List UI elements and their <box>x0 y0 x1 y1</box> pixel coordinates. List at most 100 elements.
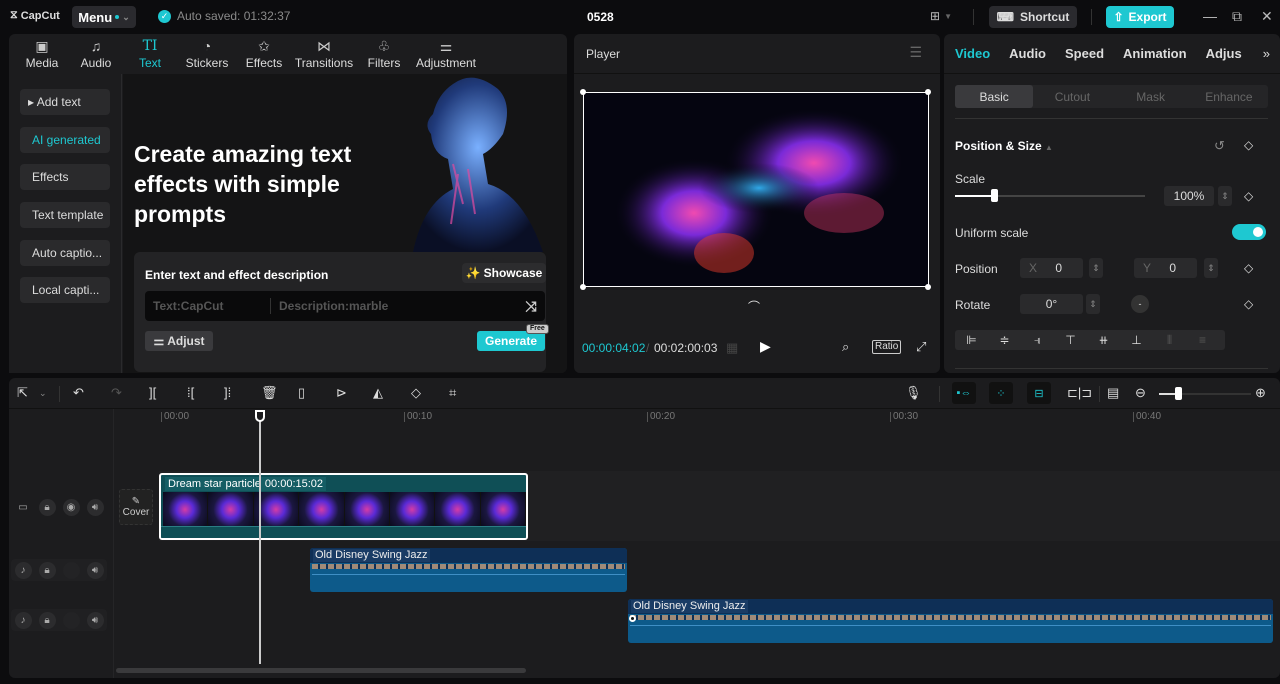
tab-audio[interactable]: ♫ Audio <box>69 34 123 74</box>
linkage-icon[interactable]: ⊟ <box>1027 382 1051 404</box>
adjust-button[interactable]: ⚌ Adjust <box>145 331 213 351</box>
eye-icon[interactable]: ◉ <box>62 498 80 516</box>
freeze-icon[interactable]: ▯ <box>298 385 305 401</box>
preview-axis-icon[interactable]: ⊏|⊐ <box>1067 385 1092 401</box>
caret-up-icon[interactable]: ▲ <box>1045 143 1053 152</box>
tab-effects[interactable]: ✩ Effects <box>237 34 291 74</box>
position-x-input[interactable]: X 0 <box>1020 258 1083 278</box>
description-input[interactable]: Description:marble <box>271 299 517 313</box>
position-y-input[interactable]: Y 0 <box>1134 258 1197 278</box>
distribute-v-icon[interactable]: ≡ <box>1186 333 1219 347</box>
tab-adjustment[interactable]: ⚌ Adjustment <box>411 34 481 74</box>
subtab-mask[interactable]: Mask <box>1112 85 1190 108</box>
lock-icon[interactable]: 🔒︎ <box>38 561 56 579</box>
split-left-icon[interactable]: ⁞[ <box>187 385 194 400</box>
showcase-button[interactable]: ✨ Showcase <box>462 263 546 283</box>
align-top-icon[interactable]: ⊤ <box>1054 333 1087 347</box>
sidebar-item-ai-generated[interactable]: AI generated <box>20 127 110 153</box>
rotate-stepper[interactable]: ⇕ <box>1086 294 1100 314</box>
keyframe-icon[interactable]: ◇ <box>1244 138 1253 152</box>
keyframe-icon[interactable]: ◇ <box>1244 261 1253 275</box>
microphone-icon[interactable]: 🎙 <box>905 385 922 401</box>
tab-animation[interactable]: Animation <box>1123 46 1187 61</box>
align-center-h-icon[interactable]: ≑ <box>988 333 1021 347</box>
uniform-scale-toggle[interactable] <box>1232 224 1266 240</box>
keyframe-icon[interactable]: ◇ <box>1244 189 1253 203</box>
subtab-enhance[interactable]: Enhance <box>1190 85 1268 108</box>
zoom-in-icon[interactable]: ⊕ <box>1255 385 1266 401</box>
delete-icon[interactable]: 🗑 <box>261 385 278 401</box>
tab-speed[interactable]: Speed <box>1065 46 1104 61</box>
align-right-icon[interactable]: ⫣ <box>1021 333 1054 348</box>
shuffle-icon[interactable]: ⤨ <box>517 298 545 315</box>
zoom-out-icon[interactable]: ⊖ <box>1135 385 1146 401</box>
layout-button[interactable]: ⊞ ▼ <box>930 9 952 23</box>
minimize-button[interactable]: — <box>1203 8 1217 24</box>
generate-button[interactable]: Generate <box>477 331 545 351</box>
split-right-icon[interactable]: ]⁞ <box>224 385 231 400</box>
speed-icon[interactable]: ⊳ <box>336 385 347 401</box>
sidebar-item-effects[interactable]: Effects <box>20 164 110 190</box>
horizontal-scrollbar[interactable] <box>116 668 526 673</box>
rotate-input[interactable]: 0° <box>1020 294 1083 314</box>
lock-icon[interactable]: 🔒︎ <box>38 611 56 629</box>
playhead[interactable] <box>259 416 261 664</box>
tab-audio[interactable]: Audio <box>1009 46 1046 61</box>
sidebar-item-auto-captions[interactable]: Auto captio... <box>20 240 110 266</box>
auto-snap-icon[interactable]: ⁘ <box>989 382 1013 404</box>
audio-clip[interactable]: Old Disney Swing Jazz <box>310 548 627 592</box>
fullscreen-icon[interactable]: ⤢ <box>916 339 926 355</box>
ratio-button[interactable]: Ratio <box>872 340 902 354</box>
align-left-icon[interactable]: ⊫ <box>955 333 988 347</box>
timeline-ruler[interactable]: 00:00 00:10 00:20 00:30 00:40 <box>114 409 1280 429</box>
export-button[interactable]: ⇧ Export <box>1106 6 1174 28</box>
shortcut-button[interactable]: ⌨ Shortcut <box>989 6 1077 28</box>
scale-slider-knob[interactable] <box>991 189 998 202</box>
chevron-down-icon[interactable]: ⌄ <box>39 388 47 399</box>
resize-handle[interactable] <box>580 284 586 290</box>
distribute-h-icon[interactable]: ⦀ <box>1153 333 1186 348</box>
menu-button[interactable]: Menu ⌄ <box>72 6 136 28</box>
mirror-icon[interactable]: ◭ <box>373 385 383 401</box>
zoom-fit-icon[interactable]: ⌕ <box>842 339 849 355</box>
align-center-v-icon[interactable]: ⧺ <box>1087 333 1120 347</box>
tab-transitions[interactable]: ⋈ Transitions <box>291 34 357 74</box>
collapse-icon[interactable]: ⌒ <box>748 298 760 315</box>
reset-icon[interactable]: ↺ <box>1214 138 1225 154</box>
redo-icon[interactable]: ↷ <box>111 385 122 401</box>
resize-handle[interactable] <box>925 89 931 95</box>
ruler-icon[interactable]: ▤ <box>1107 385 1119 401</box>
scale-stepper[interactable]: ⇕ <box>1218 186 1232 206</box>
play-button[interactable]: ▶ <box>760 338 771 355</box>
align-bottom-icon[interactable]: ⊥ <box>1120 333 1153 347</box>
text-input[interactable]: Text:CapCut <box>145 298 271 314</box>
more-tabs-icon[interactable]: » <box>1263 46 1270 61</box>
undo-icon[interactable]: ↶ <box>73 385 84 401</box>
sidebar-item-add-text[interactable]: ▸ Add text <box>20 89 110 115</box>
menu-icon[interactable]: ☰ <box>909 44 922 61</box>
resize-handle[interactable] <box>925 284 931 290</box>
volume-icon[interactable]: 🔊︎ <box>86 611 104 629</box>
volume-icon[interactable]: 🔊︎ <box>86 498 104 516</box>
position-x-stepper[interactable]: ⇕ <box>1089 258 1103 278</box>
select-tool-icon[interactable]: ⇱ <box>17 385 28 401</box>
maximize-button[interactable]: ⧉ <box>1232 8 1242 25</box>
tab-video[interactable]: Video <box>955 46 990 61</box>
cover-button[interactable]: ✎ Cover <box>119 489 153 525</box>
subtab-cutout[interactable]: Cutout <box>1033 85 1111 108</box>
tab-stickers[interactable]: ◔ Stickers <box>177 34 237 74</box>
lock-icon[interactable]: 🔒︎ <box>38 498 56 516</box>
playhead-handle[interactable] <box>255 410 265 422</box>
subtab-basic[interactable]: Basic <box>955 85 1034 108</box>
rotate-icon[interactable]: ◇ <box>411 385 421 401</box>
tab-text[interactable]: TI Text <box>123 34 177 74</box>
volume-icon[interactable]: 🔊︎ <box>86 561 104 579</box>
timeline-zoom-knob[interactable] <box>1175 387 1182 400</box>
video-preview[interactable] <box>583 92 929 287</box>
audio-clip[interactable]: Old Disney Swing Jazz <box>628 599 1273 643</box>
rotate-dial[interactable]: - <box>1131 295 1149 313</box>
tab-filters[interactable]: ♧ Filters <box>357 34 411 74</box>
split-icon[interactable]: ][ <box>149 385 156 400</box>
main-track-magnet-icon[interactable]: ▪⇔ <box>952 382 976 404</box>
resize-handle[interactable] <box>580 89 586 95</box>
